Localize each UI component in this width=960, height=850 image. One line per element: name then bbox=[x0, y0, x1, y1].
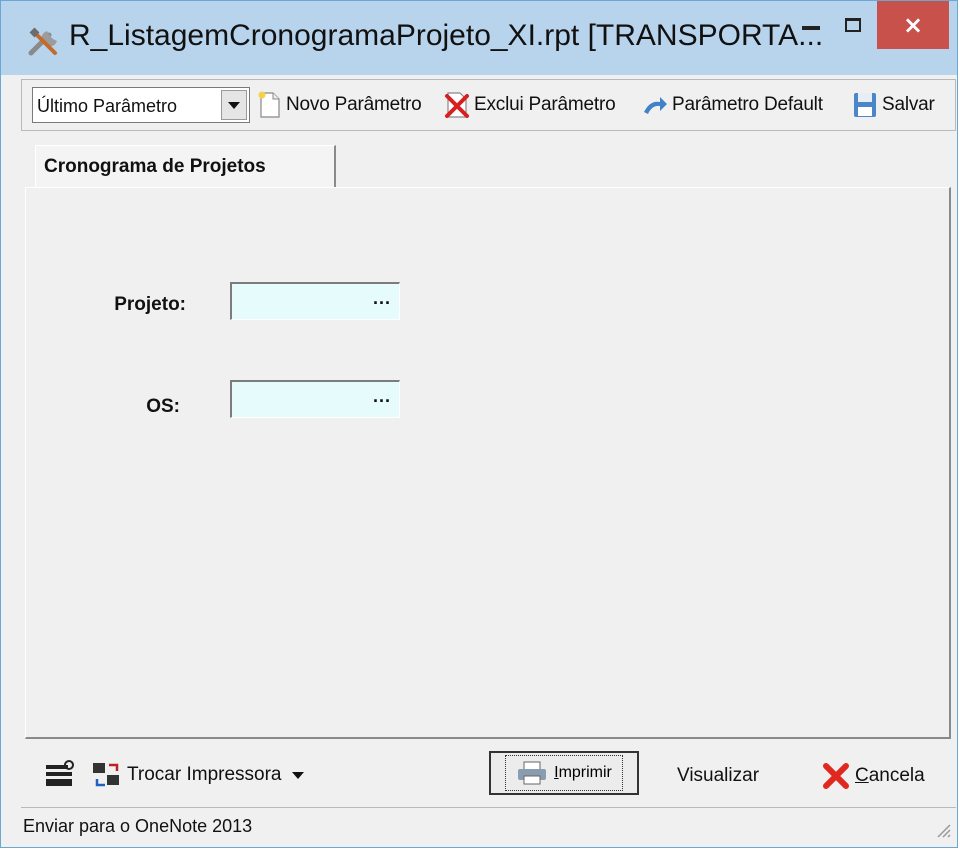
print-label: Imprimir bbox=[554, 764, 612, 781]
chevron-down-icon bbox=[291, 771, 304, 779]
cancel-label: Cancela bbox=[855, 765, 925, 786]
status-text: Enviar para o OneNote 2013 bbox=[23, 816, 253, 836]
window-title: R_ListagemCronogramaProjeto_XI.rpt [TRAN… bbox=[69, 19, 824, 52]
projeto-field[interactable]: ... bbox=[230, 282, 400, 320]
parameter-select-value: Último Parâmetro bbox=[37, 96, 178, 116]
tab-page: Projeto: ... OS: ... bbox=[25, 187, 951, 739]
os-lookup-button[interactable]: ... bbox=[373, 386, 391, 407]
tab-control: Cronograma de Projetos Projeto: ... OS: … bbox=[21, 131, 956, 743]
action-bar: Trocar Impressora Imprimir Visualizar Ca… bbox=[21, 745, 956, 807]
tools-icon bbox=[28, 27, 57, 56]
floppy-icon bbox=[854, 93, 876, 117]
report-window: R_ListagemCronogramaProjeto_XI.rpt [TRAN… bbox=[0, 0, 958, 848]
close-button[interactable]: × bbox=[877, 1, 949, 49]
parameter-toolbar: Último Parâmetro Novo Parâmetro Exclui P… bbox=[21, 79, 956, 131]
os-label: OS: bbox=[146, 396, 180, 417]
tab-label: Cronograma de Projetos bbox=[44, 156, 266, 177]
parameter-select[interactable]: Último Parâmetro bbox=[32, 87, 250, 123]
new-document-icon bbox=[258, 91, 280, 118]
delete-document-icon bbox=[445, 92, 469, 118]
new-parameter-label: Novo Parâmetro bbox=[286, 94, 422, 115]
title-bar[interactable]: R_ListagemCronogramaProjeto_XI.rpt [TRAN… bbox=[1, 1, 957, 75]
tab-cronograma-de-projetos[interactable]: Cronograma de Projetos bbox=[35, 145, 336, 188]
save-button[interactable]: Salvar bbox=[852, 88, 935, 122]
save-label: Salvar bbox=[882, 94, 935, 115]
close-icon: × bbox=[902, 11, 924, 39]
change-printer-label: Trocar Impressora bbox=[127, 764, 282, 785]
cancel-button[interactable]: Cancela bbox=[821, 761, 925, 791]
preview-button[interactable]: Visualizar bbox=[677, 765, 759, 787]
default-parameter-label: Parâmetro Default bbox=[672, 94, 823, 115]
arrow-icon bbox=[644, 97, 667, 114]
resize-grip-icon[interactable] bbox=[932, 819, 952, 839]
maximize-button[interactable] bbox=[833, 1, 873, 49]
dropdown-arrow-button[interactable] bbox=[221, 90, 247, 120]
delete-parameter-button[interactable]: Exclui Parâmetro bbox=[444, 88, 616, 122]
minimize-button[interactable] bbox=[793, 1, 829, 49]
maximize-icon bbox=[845, 18, 861, 32]
default-parameter-button[interactable]: Parâmetro Default bbox=[642, 88, 823, 122]
new-parameter-button[interactable]: Novo Parâmetro bbox=[256, 88, 422, 122]
swap-printer-icon bbox=[93, 763, 119, 787]
red-x-icon bbox=[823, 763, 849, 789]
delete-parameter-label: Exclui Parâmetro bbox=[474, 94, 616, 115]
projeto-lookup-button[interactable]: ... bbox=[373, 288, 391, 309]
os-field[interactable]: ... bbox=[230, 380, 400, 418]
printer-icon bbox=[518, 761, 547, 785]
status-bar: Enviar para o OneNote 2013 bbox=[21, 807, 956, 843]
projeto-label: Projeto: bbox=[114, 294, 186, 315]
printer-settings-icon[interactable] bbox=[43, 759, 75, 791]
chevron-down-icon bbox=[228, 101, 240, 109]
minimize-icon bbox=[802, 26, 820, 30]
print-button[interactable]: Imprimir bbox=[489, 751, 639, 795]
change-printer-button[interactable]: Trocar Impressora bbox=[91, 759, 304, 791]
